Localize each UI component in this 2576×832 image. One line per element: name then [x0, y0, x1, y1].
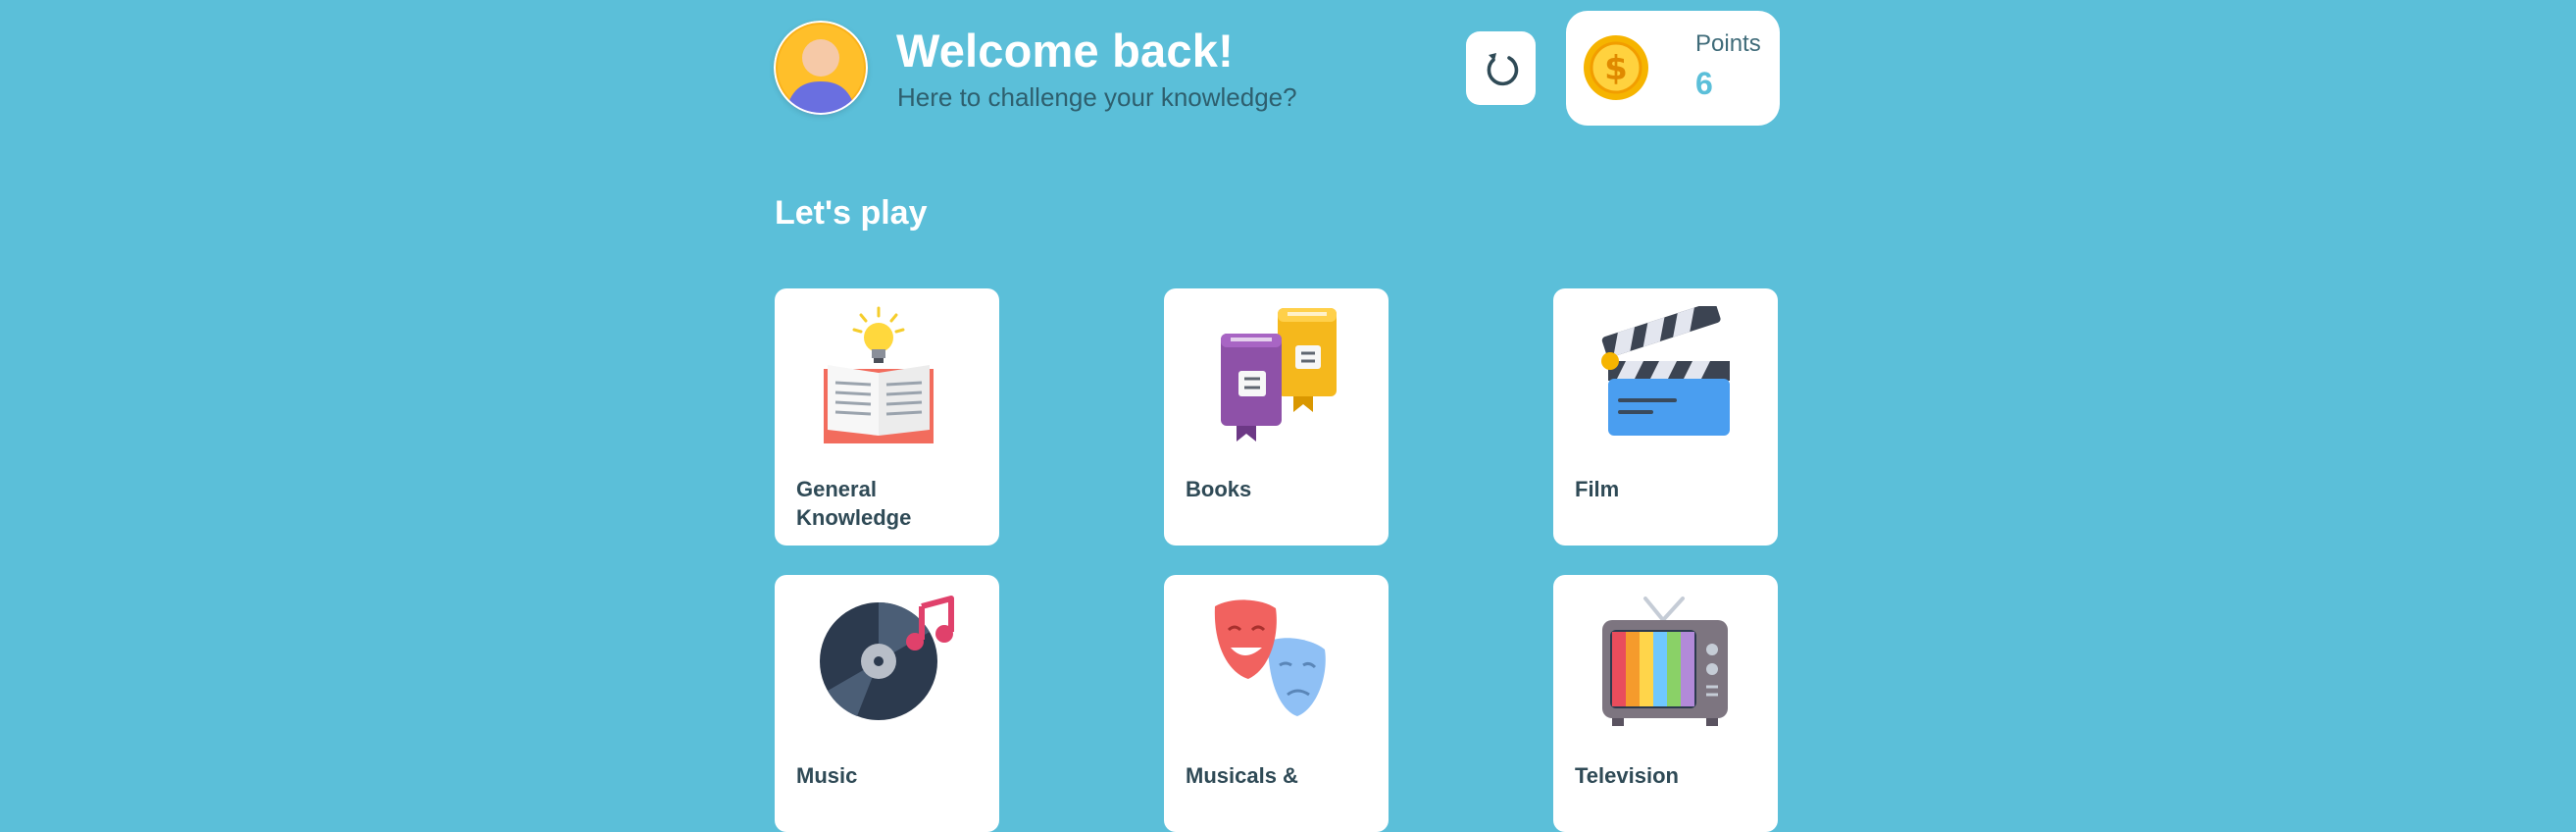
category-label: Books	[1186, 477, 1252, 501]
welcome-subtitle: Here to challenge your knowledge?	[897, 82, 1297, 112]
open-book-lightbulb-icon	[818, 306, 955, 443]
books-icon	[1207, 306, 1344, 443]
television-icon	[1596, 593, 1734, 730]
category-card-television[interactable]: Television	[1553, 575, 1778, 832]
refresh-button[interactable]	[1466, 31, 1536, 105]
svg-text:$: $	[1604, 49, 1628, 88]
category-card-film[interactable]: Film	[1553, 288, 1778, 546]
category-card-general-knowledge[interactable]: General Knowledge	[775, 288, 999, 546]
points-value: 6	[1695, 66, 1713, 101]
coin-icon: $	[1583, 34, 1649, 101]
category-card-books[interactable]: Books	[1164, 288, 1389, 546]
theatre-masks-icon	[1207, 593, 1344, 730]
refresh-icon	[1480, 45, 1523, 91]
clapperboard-icon	[1596, 301, 1734, 443]
points-label: Points	[1695, 30, 1761, 57]
category-card-music[interactable]: Music	[775, 575, 999, 832]
section-title: Let's play	[775, 194, 928, 232]
category-label: General Knowledge	[796, 477, 912, 530]
vinyl-record-icon	[818, 593, 955, 730]
category-label: Film	[1575, 477, 1620, 501]
category-card-musicals[interactable]: Musicals &	[1164, 575, 1389, 832]
welcome-title: Welcome back!	[896, 25, 1234, 77]
points-card: $ Points 6	[1566, 11, 1780, 126]
user-avatar-icon	[774, 21, 868, 115]
